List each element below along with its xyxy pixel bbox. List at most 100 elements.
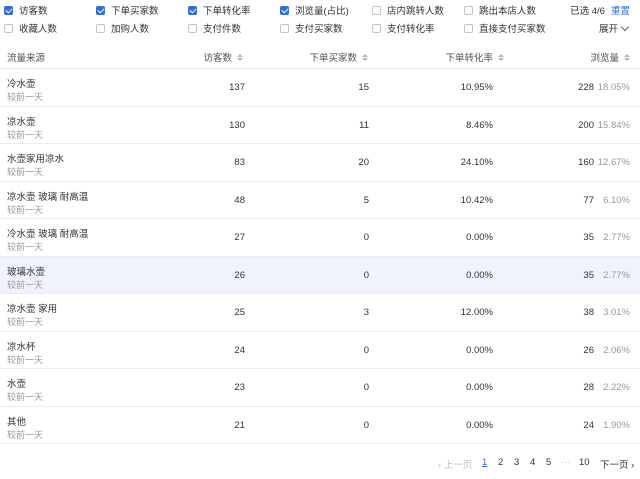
table-row[interactable]: 玻璃水壶 较前一天 26 0 0.00% 35 2.77% xyxy=(0,256,640,294)
metric-checkbox-direct-paid-buyers[interactable]: 直接支付买家数 xyxy=(464,21,546,35)
table-row[interactable]: 冷水壶 玻璃 耐高温 较前一天 27 0 0.00% 35 2.77% xyxy=(0,219,640,257)
metric-checkbox-pay-conversion[interactable]: 支付转化率 xyxy=(372,21,435,35)
metric-checkbox-order-conversion[interactable]: 下单转化率 xyxy=(188,3,251,17)
metric-label: 收藏人数 xyxy=(19,24,58,35)
visitors-value: 25 xyxy=(234,307,245,318)
pageviews-share: 1.90% xyxy=(603,419,630,431)
metric-label: 支付买家数 xyxy=(295,24,343,35)
conversion-value: 0.00% xyxy=(466,382,493,393)
buyers-value: 0 xyxy=(363,344,369,356)
compare-label: 较前一天 xyxy=(7,317,44,327)
next-page-button[interactable]: 下一页 › xyxy=(600,457,634,471)
column-header-pageviews[interactable]: 浏览量 xyxy=(590,50,630,64)
checkbox-icon xyxy=(4,23,13,33)
pageviews-value: 28 xyxy=(583,382,594,393)
expand-toggle[interactable]: 展开 xyxy=(599,21,630,35)
page-button-1[interactable]: 1 xyxy=(482,457,487,468)
prev-page-button[interactable]: ‹ 上一页 xyxy=(438,457,472,471)
table-header: 流量来源 访客数 下单买家数 下单转化率 浏览量 xyxy=(0,44,640,69)
source-keyword: 冷水壶 玻璃 耐高温 xyxy=(7,229,89,240)
buyers-value: 20 xyxy=(358,157,369,168)
page-button-5[interactable]: 5 xyxy=(546,457,551,468)
page-button-3[interactable]: 3 xyxy=(514,457,519,468)
sort-icon xyxy=(362,53,368,61)
column-header-buyers[interactable]: 下单买家数 xyxy=(309,50,368,64)
pageviews-share: 12.67% xyxy=(597,157,630,168)
table-row[interactable]: 凉水壶 玻璃 耐高温 较前一天 48 5 10.42% 77 6.10% xyxy=(0,182,640,219)
pageviews-value: 228 xyxy=(578,82,594,93)
metric-label: 下单买家数 xyxy=(111,6,159,17)
pageviews-share: 2.77% xyxy=(603,269,630,281)
conversion-value: 0.00% xyxy=(466,269,493,281)
pagination: ‹ 上一页 1 2 3 4 5 ··· 10 下一页 › xyxy=(0,457,640,471)
pageviews-share: 15.84% xyxy=(597,119,630,131)
table-row[interactable]: 其他 较前一天 21 0 0.00% 24 1.90% xyxy=(0,407,640,444)
metric-checkbox-in-store-jumps[interactable]: 店内跳转人数 xyxy=(372,3,444,17)
metric-checkbox-visitors[interactable]: 访客数 xyxy=(4,3,48,17)
pageviews-value: 160 xyxy=(578,157,594,168)
metric-checkbox-bounce[interactable]: 跳出本店人数 xyxy=(464,3,536,17)
page-button-4[interactable]: 4 xyxy=(530,457,535,468)
buyers-value: 15 xyxy=(358,82,369,93)
compare-label: 较前一天 xyxy=(7,429,44,440)
pagination-ellipsis: ··· xyxy=(561,457,571,468)
compare-label: 较前一天 xyxy=(7,242,44,252)
chevron-down-icon xyxy=(620,22,630,32)
page-button-2[interactable]: 2 xyxy=(498,457,503,468)
checkbox-icon xyxy=(280,23,289,33)
column-header-label: 下单转化率 xyxy=(445,53,493,64)
pageviews-value: 38 xyxy=(583,307,594,318)
source-keyword: 凉水壶 xyxy=(7,116,36,128)
next-label: 下一页 xyxy=(600,460,629,471)
pageviews-share: 2.06% xyxy=(603,344,630,356)
table-row[interactable]: 水壶家用凉水 较前一天 83 20 24.10% 160 12.67% xyxy=(0,144,640,182)
selection-status: 已选 4/6 重置 xyxy=(570,3,630,17)
table-row[interactable]: 凉水壶 较前一天 130 11 8.46% 200 15.84% xyxy=(0,107,640,144)
metric-checkbox-add-to-cart[interactable]: 加购人数 xyxy=(96,21,149,35)
column-header-visitors[interactable]: 访客数 xyxy=(203,50,243,64)
conversion-value: 0.00% xyxy=(466,419,493,431)
buyers-value: 0 xyxy=(363,232,369,243)
compare-label: 较前一天 xyxy=(7,204,44,215)
table-row[interactable]: 冷水壶 较前一天 137 15 10.95% 228 18.05% xyxy=(0,69,640,107)
table-row[interactable]: 水壶 较前一天 23 0 0.00% 28 2.22% xyxy=(0,369,640,407)
column-header-conversion[interactable]: 下单转化率 xyxy=(445,50,504,64)
metric-checkbox-pageviews[interactable]: 浏览量(占比) xyxy=(280,3,349,17)
conversion-value: 0.00% xyxy=(466,344,493,356)
metric-checkbox-paid-buyers[interactable]: 支付买家数 xyxy=(280,21,343,35)
source-keyword: 冷水壶 xyxy=(7,79,36,90)
visitors-value: 21 xyxy=(234,419,245,431)
metric-checkbox-order-buyers[interactable]: 下单买家数 xyxy=(96,3,159,17)
metric-label: 加购人数 xyxy=(111,24,150,35)
visitors-value: 27 xyxy=(234,232,245,243)
conversion-value: 0.00% xyxy=(466,232,493,243)
source-keyword: 凉水杯 xyxy=(7,341,36,353)
metric-label: 支付转化率 xyxy=(387,24,435,35)
conversion-value: 10.42% xyxy=(460,194,493,206)
compare-label: 较前一天 xyxy=(7,354,44,365)
visitors-value: 48 xyxy=(234,194,245,206)
source-keyword: 凉水壶 家用 xyxy=(7,304,58,315)
metric-checkbox-favorites[interactable]: 收藏人数 xyxy=(4,21,57,35)
checkbox-icon xyxy=(4,5,13,15)
pageviews-share: 2.22% xyxy=(603,382,630,393)
checkbox-icon xyxy=(96,23,105,33)
selection-count: 已选 4/6 xyxy=(570,6,605,17)
buyers-value: 3 xyxy=(363,307,369,318)
pageviews-share: 2.77% xyxy=(603,232,630,243)
conversion-value: 8.46% xyxy=(466,119,493,131)
table-row[interactable]: 凉水杯 较前一天 24 0 0.00% 26 2.06% xyxy=(0,332,640,369)
metric-checkbox-paid-items[interactable]: 支付件数 xyxy=(188,21,241,35)
buyers-value: 0 xyxy=(363,419,369,431)
metric-label: 下单转化率 xyxy=(203,6,251,17)
metric-label: 支付件数 xyxy=(203,24,242,35)
checkbox-icon xyxy=(372,5,381,15)
table-row[interactable]: 凉水壶 家用 较前一天 25 3 12.00% 38 3.01% xyxy=(0,294,640,332)
visitors-value: 83 xyxy=(234,157,245,168)
compare-label: 较前一天 xyxy=(7,167,44,177)
checkbox-icon xyxy=(464,23,473,33)
metric-label: 访客数 xyxy=(19,6,48,17)
pageviews-value: 35 xyxy=(583,269,594,281)
page-button-10[interactable]: 10 xyxy=(579,457,590,468)
reset-link[interactable]: 重置 xyxy=(611,6,630,17)
